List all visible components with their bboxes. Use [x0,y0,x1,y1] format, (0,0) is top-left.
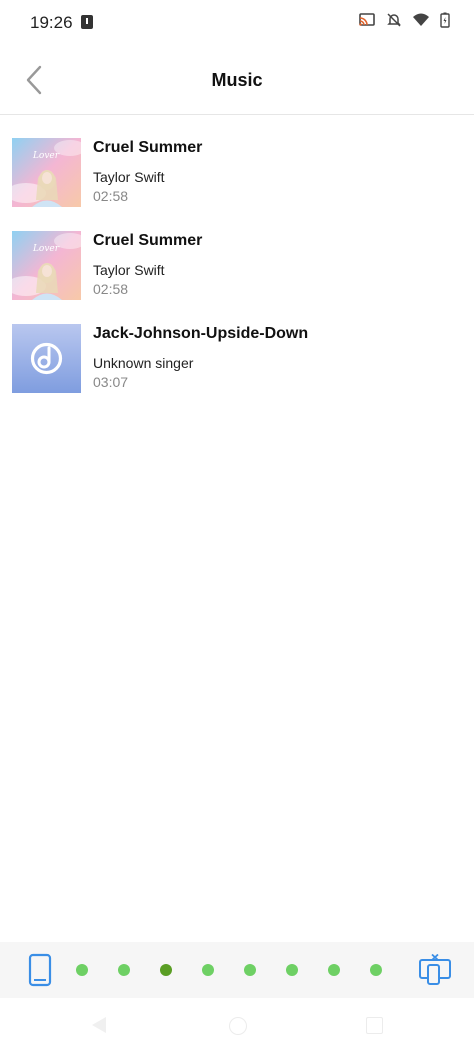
lover-album-art: Lover [12,231,81,300]
nav-back-icon[interactable] [92,1017,106,1033]
track-title: Cruel Summer [93,232,203,249]
track-item[interactable]: Lover Cruel Summer Taylor Swift 02:58 [0,223,474,316]
track-duration: 02:58 [93,281,129,297]
album-script-text: Lover [32,151,60,161]
phone-icon [28,953,52,987]
page-indicator [76,964,382,976]
track-item[interactable]: Jack-Johnson-Upside-Down Unknown singer … [0,316,474,409]
nav-home-icon[interactable] [229,1017,247,1035]
page-dot[interactable] [76,964,88,976]
page-dot[interactable] [244,964,256,976]
track-item[interactable]: Lover Cruel Summer Taylor Swift 02:58 [0,130,474,223]
system-nav-bar [0,1000,474,1053]
page-dot[interactable] [202,964,214,976]
track-duration: 03:07 [93,374,129,390]
cast-icon [358,12,376,33]
phone-device-button[interactable] [28,953,52,992]
page-dot[interactable] [328,964,340,976]
page-title: Music [211,70,263,90]
status-time: 19:26 [30,13,73,32]
page-dot[interactable] [370,964,382,976]
lover-album-art: Lover [12,138,81,207]
track-title: Cruel Summer [93,139,203,156]
devices-disconnect-icon [419,953,451,985]
page-dot[interactable] [286,964,298,976]
wifi-icon [412,13,430,32]
page-dot[interactable] [118,964,130,976]
music-placeholder-art [12,324,81,393]
track-duration: 02:58 [93,188,129,204]
status-bar: 19:26 [0,0,474,46]
battery-icon [440,12,450,33]
album-script-text: Lover [32,244,60,254]
track-artist: Unknown singer [93,355,194,371]
app-header: Music [0,46,474,115]
notification-alert-icon [81,15,93,29]
nav-recents-icon[interactable] [366,1017,383,1034]
track-artist: Taylor Swift [93,169,165,185]
status-icons [358,12,450,33]
device-switch-bar [0,942,474,998]
track-title: Jack-Johnson-Upside-Down [93,325,309,342]
mute-bell-icon [386,12,402,33]
track-artist: Taylor Swift [93,262,165,278]
disconnect-device-button[interactable] [418,953,454,991]
page-dot-active[interactable] [160,964,172,976]
music-list: Lover Cruel Summer Taylor Swift 02:58 Lo… [0,130,474,409]
